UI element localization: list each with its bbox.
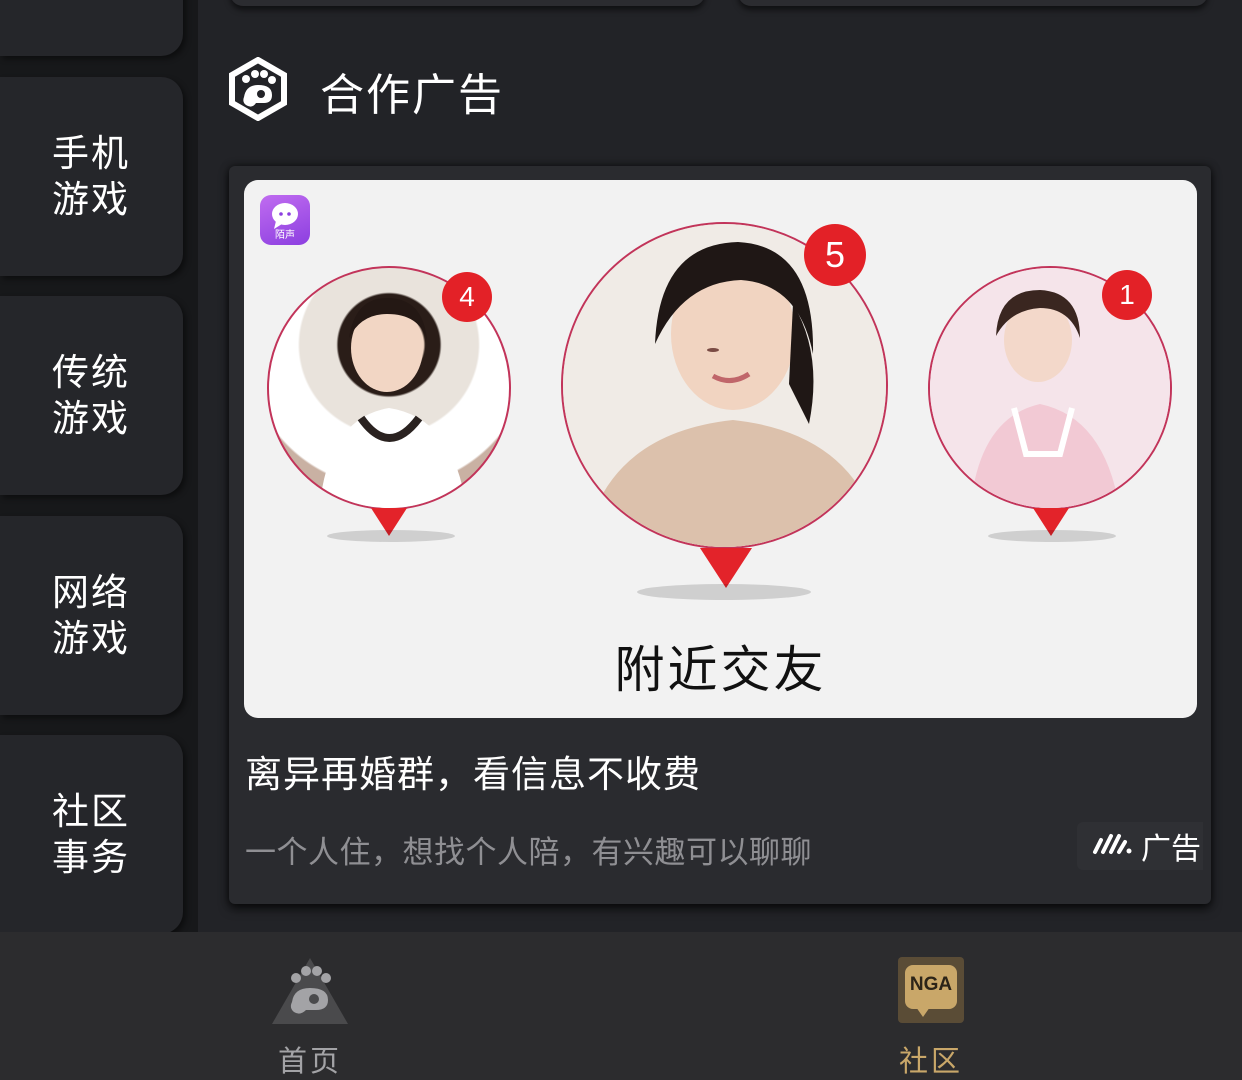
nav-community-label: 社区 <box>898 1044 963 1078</box>
nga-icon: NGA <box>898 957 964 1023</box>
ad-image[interactable]: 陌声 4 5 1 附近交友 <box>244 180 1197 718</box>
pin-shadow <box>637 584 811 600</box>
sidebar-item-online-games[interactable]: 网络游戏 <box>0 516 183 715</box>
sidebar-item-previous[interactable] <box>0 0 183 56</box>
app-name: 陌声 <box>275 230 295 241</box>
ad-card[interactable]: 陌声 4 5 1 附近交友 离异再婚群，看信息不收费 一个人住，想找个人陪，有兴… <box>229 166 1211 904</box>
ad-image-caption: 附近交友 <box>614 641 827 699</box>
bear-paw-icon <box>226 56 290 125</box>
ad-badge[interactable]: 广告 <box>1077 822 1203 870</box>
sidebar-item-traditional-games[interactable]: 传统游戏 <box>0 296 183 495</box>
pin-shadow <box>327 530 455 542</box>
bear-logo-icon <box>270 954 350 1030</box>
section-title: 合作广告 <box>320 70 504 121</box>
nav-community[interactable]: NGA 社区 <box>831 932 1031 1080</box>
sidebar-item-mobile-games[interactable]: 手机游戏 <box>0 77 183 276</box>
ad-badge-label: 广告 <box>1141 832 1201 867</box>
category-sidebar: 手机游戏 传统游戏 网络游戏 社区事务 <box>0 0 198 934</box>
sidebar-item-label: 社区事务 <box>52 789 130 879</box>
main-content: 合作广告 陌声 4 5 1 附近交友 离异再婚群，看信息不收费 一个人住，想找个… <box>198 0 1242 932</box>
count-badge: 1 <box>1102 270 1152 320</box>
section-header: 合作广告 <box>226 56 504 126</box>
nav-home-label: 首页 <box>277 1044 342 1078</box>
sidebar-item-label: 传统游戏 <box>52 350 130 440</box>
count-badge: 5 <box>804 224 866 286</box>
sidebar-item-label: 网络游戏 <box>52 570 130 660</box>
previous-card[interactable] <box>230 0 705 6</box>
ad-title: 离异再婚群，看信息不收费 <box>245 753 701 796</box>
bottom-nav: 首页 NGA 社区 <box>0 932 1242 1080</box>
ad-description: 一个人住，想找个人陪，有兴趣可以聊聊 <box>245 835 812 871</box>
sidebar-item-label: 手机游戏 <box>52 131 130 221</box>
ad-network-icon <box>1091 830 1133 862</box>
location-pin-icon <box>700 548 752 588</box>
count-badge: 4 <box>442 272 492 322</box>
sidebar-item-community-affairs[interactable]: 社区事务 <box>0 735 183 934</box>
nga-icon-text: NGA <box>909 974 953 995</box>
previous-card[interactable] <box>738 0 1208 6</box>
nav-home[interactable]: 首页 <box>210 932 410 1080</box>
app-icon: 陌声 <box>260 195 310 245</box>
pin-shadow <box>988 530 1116 542</box>
